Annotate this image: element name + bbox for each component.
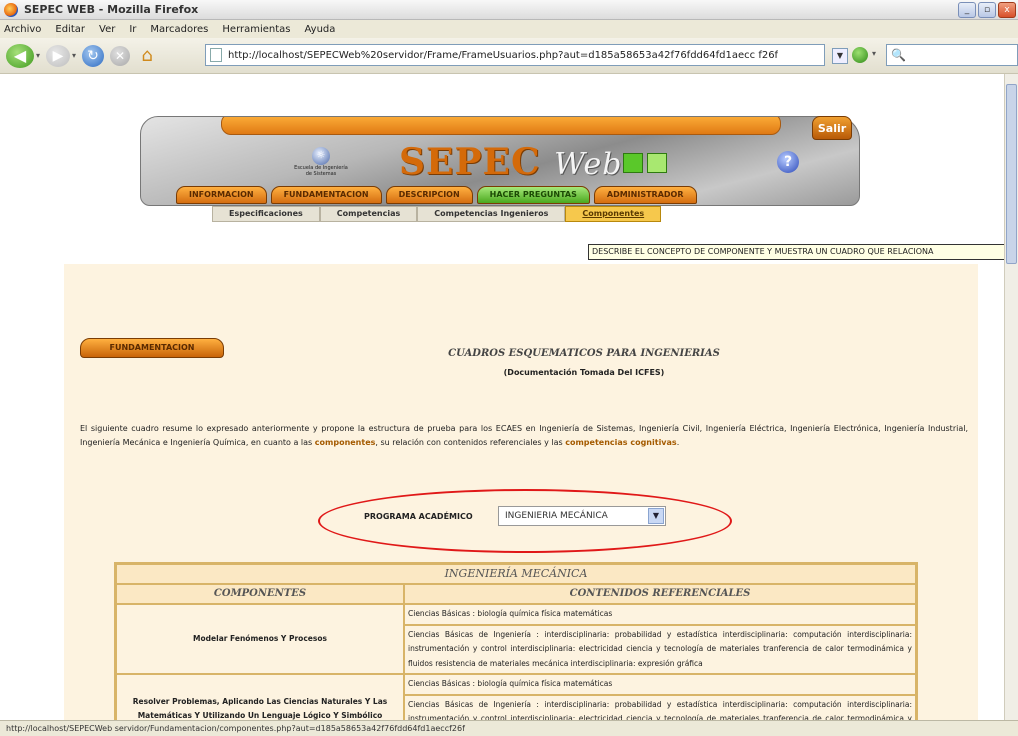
school-logo: ☼ Escuela de Ingeniería de Sistemas	[291, 147, 351, 189]
contents-cell: Ciencias Básicas : biología química físi…	[404, 604, 916, 674]
source-note: (Documentación Tomada Del ICFES)	[503, 368, 665, 377]
chevron-down-icon[interactable]: ▼	[648, 508, 664, 524]
back-arrow-icon: ◀	[6, 43, 34, 68]
exit-button[interactable]: Salir	[812, 116, 852, 140]
forward-button[interactable]: ▶ ▾	[46, 42, 76, 70]
header-contenidos: CONTENIDOS REFERENCIALES	[404, 584, 916, 604]
back-dropdown-icon[interactable]: ▾	[36, 51, 40, 60]
competencias-cognitivas-link[interactable]: competencias cognitivas	[565, 438, 676, 447]
menu-ayuda[interactable]: Ayuda	[305, 24, 336, 35]
stop-icon: ✕	[110, 45, 131, 66]
minimize-button[interactable]: _	[958, 2, 976, 18]
forward-arrow-icon: ▶	[46, 44, 71, 67]
sub-tabs: Especificaciones Competencias Competenci…	[212, 206, 662, 222]
menu-ir[interactable]: Ir	[129, 24, 136, 35]
tab-informacion[interactable]: INFORMACION	[176, 186, 267, 204]
go-icon[interactable]	[852, 47, 868, 63]
banner-accent-bar	[221, 117, 781, 135]
navigation-toolbar: ◀ ▾ ▶ ▾ ↻ ✕ ⌂ http://localhost/SEPECWeb%20…	[0, 38, 1018, 74]
scrollbar-thumb[interactable]	[1006, 84, 1017, 264]
firefox-icon	[4, 2, 18, 17]
menu-ver[interactable]: Ver	[99, 24, 115, 35]
program-select-value: INGENIERIA MECÁNICA	[505, 511, 608, 521]
content-item: Ciencias Básicas : biología química físi…	[404, 604, 916, 625]
maximize-button[interactable]: ▫	[978, 2, 996, 18]
status-bar: http://localhost/SEPECWeb servidor/Funda…	[0, 720, 1018, 736]
header-componentes: COMPONENTES	[116, 584, 404, 604]
back-button[interactable]: ◀ ▾	[6, 42, 40, 70]
search-icon: 🔍	[891, 48, 906, 62]
brand-web: Web	[554, 147, 623, 182]
school-emblem-icon: ☼	[312, 147, 330, 165]
help-icon[interactable]: ?	[777, 151, 799, 173]
menu-archivo[interactable]: Archivo	[4, 24, 41, 35]
page-icon	[210, 48, 222, 62]
intro-text-c: .	[676, 438, 680, 447]
tab-administrador[interactable]: ADMINISTRADOR	[593, 186, 697, 204]
table-header-row: COMPONENTES CONTENIDOS REFERENCIALES	[116, 584, 916, 604]
content-item: Ciencias Básicas : biología química físi…	[404, 674, 916, 695]
brand-square-light-icon	[647, 153, 667, 173]
tab-fundamentacion[interactable]: FUNDAMENTACION	[270, 186, 382, 204]
content-item: Ciencias Básicas de Ingeniería : interdi…	[404, 624, 916, 674]
window-controls: _ ▫ x	[958, 2, 1016, 18]
home-button[interactable]: ⌂	[136, 42, 158, 70]
home-icon: ⌂	[141, 44, 153, 66]
page-viewport: ☼ Escuela de Ingeniería de Sistemas SEPE…	[0, 74, 1004, 720]
go-dropdown-icon[interactable]: ▾	[872, 49, 876, 58]
reload-button[interactable]: ↻	[82, 42, 105, 70]
fundamentacion-button[interactable]: FUNDAMENTACION	[80, 338, 224, 358]
url-text[interactable]: http://localhost/SEPECWeb%20servidor/Fra…	[228, 50, 778, 61]
table-row: Modelar Fenómenos Y Procesos Ciencias Bá…	[116, 604, 916, 674]
components-table: INGENIERÍA MECÁNICA COMPONENTES CONTENID…	[114, 562, 918, 720]
window-title: SEPEC WEB - Mozilla Firefox	[24, 3, 199, 16]
reload-icon: ↻	[82, 44, 105, 67]
subtab-competencias-ingenieros[interactable]: Competencias Ingenieros	[417, 206, 566, 222]
stop-button[interactable]: ✕	[110, 42, 131, 70]
subtab-competencias[interactable]: Competencias	[319, 206, 418, 222]
program-select[interactable]: INGENIERIA MECÁNICA ▼	[498, 506, 666, 526]
url-bar[interactable]: http://localhost/SEPECWeb%20servidor/Fra…	[205, 44, 825, 66]
url-dropdown-icon[interactable]: ▼	[832, 48, 848, 64]
content-item: Ciencias Básicas de Ingeniería : interdi…	[404, 694, 916, 720]
window-titlebar: SEPEC WEB - Mozilla Firefox _ ▫ x	[0, 0, 1018, 20]
menu-editar[interactable]: Editar	[55, 24, 85, 35]
table-caption: INGENIERÍA MECÁNICA	[116, 564, 916, 584]
program-label: PROGRAMA ACADÉMICO	[364, 512, 473, 521]
brand-name: SEPEC	[399, 141, 541, 183]
component-cell: Resolver Problemas, Aplicando Las Cienci…	[116, 674, 404, 720]
intro-paragraph: El siguiente cuadro resume lo expresado …	[80, 422, 968, 450]
intro-text-b: , su relación con contenidos referencial…	[375, 438, 566, 447]
menu-bar: Archivo Editar Ver Ir Marcadores Herrami…	[0, 20, 1018, 38]
subtab-componentes[interactable]: Componentes	[565, 206, 662, 222]
component-cell: Modelar Fenómenos Y Procesos	[116, 604, 404, 674]
page-title: CUADROS ESQUEMATICOS PARA INGENIERIAS	[448, 348, 720, 359]
brand-logo: SEPEC Web	[399, 141, 623, 183]
search-box[interactable]: 🔍	[886, 44, 1018, 66]
close-button[interactable]: x	[998, 2, 1016, 18]
main-tabs: INFORMACION FUNDAMENTACION DESCRIPCION H…	[176, 186, 697, 204]
menu-marcadores[interactable]: Marcadores	[150, 24, 208, 35]
brand-square-icon	[623, 153, 643, 173]
componentes-link[interactable]: componentes	[315, 438, 376, 447]
forward-dropdown-icon[interactable]: ▾	[72, 51, 76, 60]
content-panel: FUNDAMENTACION CUADROS ESQUEMATICOS PARA…	[64, 264, 978, 720]
tab-descripcion[interactable]: DESCRIPCION	[385, 186, 473, 204]
vertical-scrollbar[interactable]	[1004, 74, 1018, 720]
table-row: Resolver Problemas, Aplicando Las Cienci…	[116, 674, 916, 720]
subtab-especificaciones[interactable]: Especificaciones	[212, 206, 320, 222]
tab-hacer-preguntas[interactable]: HACER PREGUNTAS	[476, 186, 590, 204]
school-logo-text: Escuela de Ingeniería de Sistemas	[294, 165, 348, 177]
contents-cell: Ciencias Básicas : biología química físi…	[404, 674, 916, 720]
tooltip: DESCRIBE EL CONCEPTO DE COMPONENTE Y MUE…	[588, 244, 1004, 260]
menu-herramientas[interactable]: Herramientas	[222, 24, 290, 35]
